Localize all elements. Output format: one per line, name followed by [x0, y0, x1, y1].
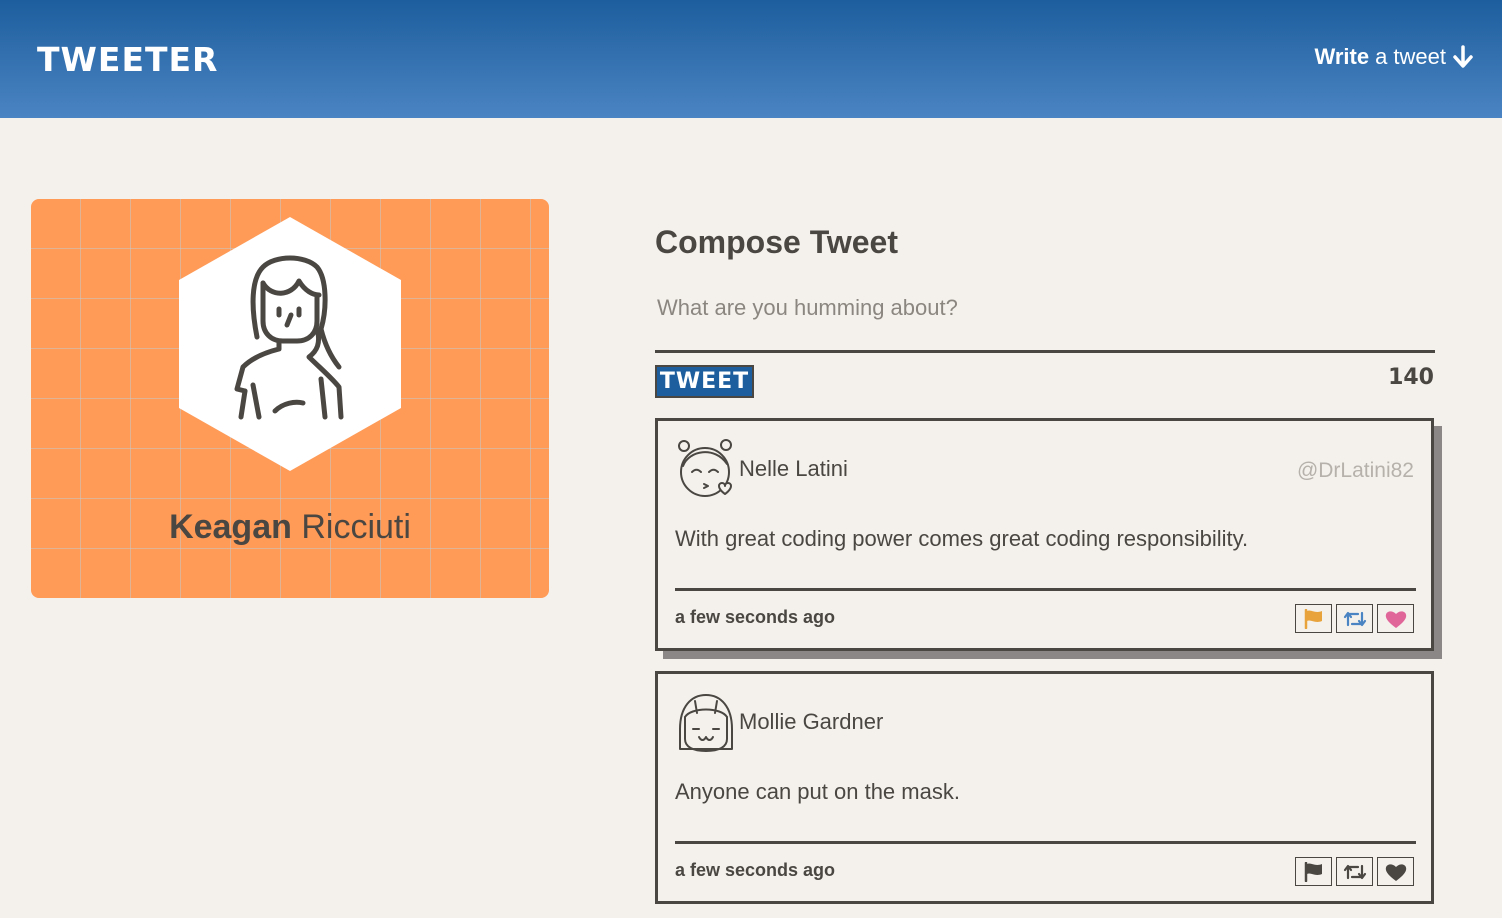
author-handle: @DrLatini82: [1296, 459, 1414, 482]
heart-icon: [1385, 610, 1406, 628]
flag-icon: [1304, 861, 1322, 882]
retweet-button[interactable]: [1336, 604, 1373, 633]
retweet-icon: [1343, 864, 1366, 879]
tweet-divider: [675, 588, 1416, 591]
tweet-text: With great coding power comes great codi…: [675, 526, 1249, 551]
write-link-rest: a tweet: [1375, 44, 1446, 69]
tweet-input[interactable]: [655, 285, 1435, 353]
flag-button[interactable]: [1295, 604, 1332, 633]
compose-title: Compose Tweet: [655, 224, 898, 260]
profile-name: Keagan Ricciuti: [31, 508, 549, 547]
write-tweet-link[interactable]: Write a tweet: [1314, 44, 1474, 70]
avatar: [678, 439, 732, 497]
tweet-timestamp: a few seconds ago: [675, 860, 836, 880]
profile-card: Keagan Ricciuti: [31, 199, 549, 598]
flag-button[interactable]: [1295, 857, 1332, 886]
tweet-card[interactable]: Nelle Latini @DrLatini82 With great codi…: [655, 418, 1434, 651]
tweet-card[interactable]: Mollie Gardner Anyone can put on the mas…: [655, 671, 1434, 904]
heart-icon: [1385, 863, 1406, 881]
top-nav: TWEETER Write a tweet: [0, 0, 1502, 118]
arrow-down-icon: [1453, 45, 1473, 68]
retweet-icon: [1343, 611, 1366, 626]
tweet-actions: [1295, 604, 1414, 633]
profile-avatar: [179, 217, 401, 471]
tweet-button[interactable]: TWEET: [655, 365, 754, 398]
tweet-actions: [1295, 857, 1414, 886]
author-name: Nelle Latini: [739, 456, 848, 481]
tweet-timestamp: a few seconds ago: [675, 607, 836, 627]
tweet-header: Mollie Gardner: [675, 689, 883, 755]
write-link-bold: Write: [1314, 44, 1370, 69]
like-button[interactable]: [1377, 857, 1414, 886]
tweet-divider: [675, 841, 1416, 844]
profile-last-name: Ricciuti: [301, 508, 411, 546]
tweet-text: Anyone can put on the mask.: [675, 779, 960, 804]
flag-icon: [1304, 608, 1322, 629]
profile-first-name: Keagan: [169, 508, 292, 546]
like-button[interactable]: [1377, 604, 1414, 633]
brand-logo[interactable]: TWEETER: [37, 40, 218, 79]
retweet-button[interactable]: [1336, 857, 1373, 886]
character-counter: 140: [1388, 365, 1434, 390]
avatar: [679, 694, 733, 752]
author-name: Mollie Gardner: [739, 709, 884, 734]
tweet-header: Nelle Latini: [675, 436, 848, 502]
